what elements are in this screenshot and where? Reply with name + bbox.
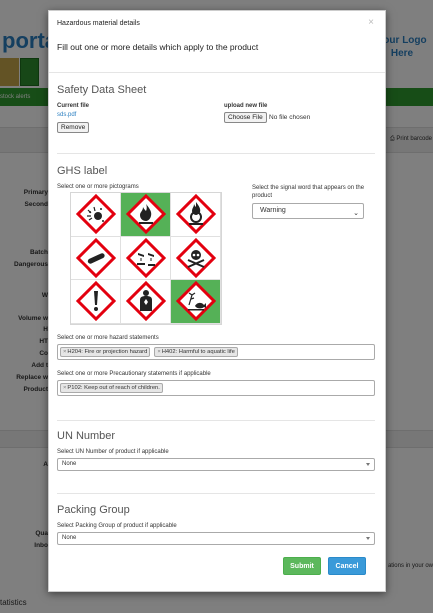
exclamation-mark-icon <box>75 281 116 322</box>
precautionary-statements-input[interactable]: ×P102: Keep out of reach of children. <box>57 380 375 396</box>
pictogram-health-hazard[interactable] <box>121 280 171 324</box>
hazardous-material-modal: Hazardous material details × Fill out on… <box>48 10 386 592</box>
pictogram-flame-over-circle[interactable] <box>171 193 221 237</box>
divider <box>57 420 375 421</box>
exploding-bomb-icon <box>75 194 116 235</box>
caret-down-icon <box>366 463 370 466</box>
caret-down-icon <box>366 537 370 540</box>
pictogram-label: Select one or more pictograms <box>57 184 139 190</box>
close-icon[interactable]: × <box>368 18 374 28</box>
sds-section-title: Safety Data Sheet <box>57 84 147 96</box>
pictogram-environment[interactable] <box>171 280 221 324</box>
remove-tag-icon[interactable]: × <box>157 349 160 355</box>
remove-file-button[interactable]: Remove <box>57 122 90 133</box>
chevron-down-icon: ⌄ <box>353 210 359 217</box>
choose-file-button[interactable]: Choose File <box>224 112 267 123</box>
pictogram-exclamation-mark[interactable] <box>71 280 121 324</box>
packing-group-value: None <box>62 535 77 541</box>
signal-word-label: Select the signal word that appears on t… <box>252 185 365 199</box>
hazard-statements-label: Select one or more hazard statements <box>57 335 159 341</box>
divider <box>57 493 375 494</box>
precautionary-statements-label: Select one or more Precautionary stateme… <box>57 371 211 377</box>
skull-crossbones-icon <box>175 237 216 278</box>
no-file-chosen-text: No file chosen <box>269 114 311 121</box>
modal-title: Hazardous material details <box>57 20 140 27</box>
un-number-section-title: UN Number <box>57 430 116 442</box>
corrosion-icon <box>125 237 166 278</box>
pictogram-gas-cylinder[interactable] <box>71 236 121 280</box>
pictogram-corrosion[interactable] <box>121 236 171 280</box>
hazard-tag-label: H204: Fire or projection hazard <box>67 349 148 355</box>
submit-button[interactable]: Submit <box>283 557 321 575</box>
ghs-section-title: GHS label <box>57 165 108 177</box>
pictogram-grid <box>70 192 222 325</box>
modal-header: Hazardous material details × Fill out on… <box>49 11 385 73</box>
pictogram-skull-crossbones[interactable] <box>171 236 221 280</box>
environment-icon <box>175 281 216 322</box>
health-hazard-icon <box>125 281 166 322</box>
un-number-select[interactable]: None <box>57 458 375 471</box>
signal-word-value: Warning <box>260 207 286 214</box>
packing-group-section-title: Packing Group <box>57 504 130 516</box>
precaution-tag[interactable]: ×P102: Keep out of reach of children. <box>60 383 163 393</box>
modal-subtitle: Fill out one or more details which apply… <box>57 42 259 52</box>
hazard-tag-label: H402: Harmful to aquatic life <box>161 349 235 355</box>
flame-over-circle-icon <box>175 194 216 235</box>
packing-group-label: Select Packing Group of product if appli… <box>57 523 177 529</box>
un-number-value: None <box>62 461 77 467</box>
divider <box>57 153 375 154</box>
packing-group-select[interactable]: None <box>57 532 375 545</box>
hazard-tag[interactable]: ×H204: Fire or projection hazard <box>60 347 151 357</box>
remove-tag-icon[interactable]: × <box>63 385 66 391</box>
signal-word-select[interactable]: Warning ⌄ <box>252 203 364 219</box>
current-file-link[interactable]: sds.pdf <box>57 112 76 118</box>
current-file-label: Current file <box>57 103 90 109</box>
hazard-statements-input[interactable]: ×H204: Fire or projection hazard ×H402: … <box>57 344 375 360</box>
upload-file-label: upload new file <box>224 103 268 109</box>
un-number-label: Select UN Number of product if applicabl… <box>57 449 169 455</box>
remove-tag-icon[interactable]: × <box>63 349 66 355</box>
gas-cylinder-icon <box>75 237 116 278</box>
hazard-tag[interactable]: ×H402: Harmful to aquatic life <box>154 347 238 357</box>
pictogram-flame[interactable] <box>121 193 171 237</box>
cancel-button[interactable]: Cancel <box>328 557 366 575</box>
flame-icon <box>125 194 166 235</box>
pictogram-exploding-bomb[interactable] <box>71 193 121 237</box>
precaution-tag-label: P102: Keep out of reach of children. <box>67 385 160 391</box>
